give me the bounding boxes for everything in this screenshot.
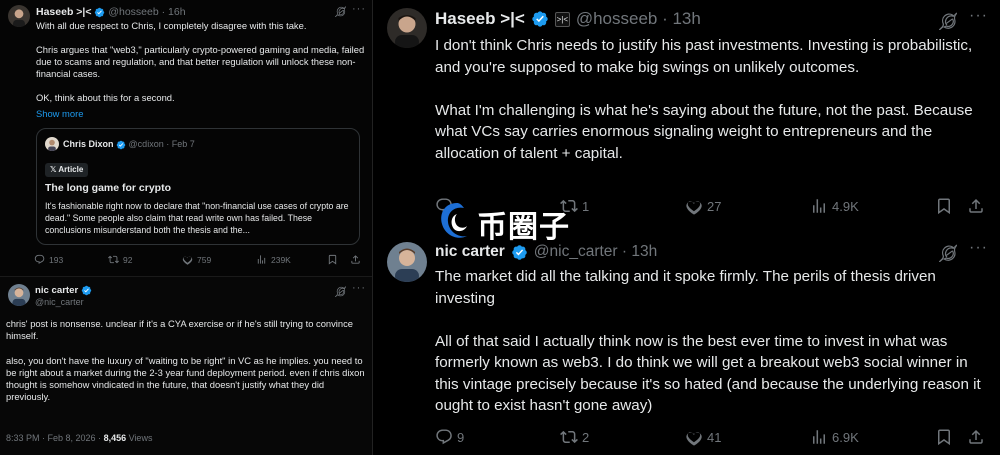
bookmark-button[interactable] (935, 428, 953, 446)
watermark: 币圈子 (437, 198, 577, 250)
author-name[interactable]: Haseeb >|< (36, 6, 91, 18)
tweet-timestamp[interactable]: 8:33 PM · Feb 8, 2026 · (6, 433, 104, 443)
views-count: 4.9K (832, 198, 859, 214)
tweet-text: chris' post is nonsense. unclear if it's… (6, 318, 365, 403)
more-options-icon[interactable]: ··· (969, 7, 988, 25)
tweet-header: Haseeb >|< >|< @hosseeb · 13h (435, 9, 701, 29)
bookmark-icon (327, 254, 338, 265)
views-label: Views (126, 433, 153, 443)
reply-count: 9 (457, 429, 465, 445)
affiliate-badge-icon[interactable]: >|< (554, 11, 570, 27)
reply-count: 193 (49, 254, 64, 265)
like-count: 41 (707, 429, 722, 445)
author-name[interactable]: nic carter (35, 285, 78, 296)
left-tweet-haseeb: Haseeb >|< @hosseeb · 16h ··· With all d… (0, 0, 372, 276)
avatar-haseeb[interactable] (387, 8, 427, 48)
share-button[interactable] (350, 254, 361, 265)
watermark-text: 币圈子 (477, 211, 570, 244)
share-icon (967, 428, 985, 446)
reply-icon (34, 254, 45, 265)
repost-count: 1 (582, 198, 590, 214)
quoted-article-card[interactable]: Chris Dixon @cdixon · Feb 7 𝕏 Article Th… (36, 128, 360, 245)
like-icon (685, 197, 703, 215)
quote-header: Chris Dixon @cdixon · Feb 7 (63, 139, 195, 150)
author-handle[interactable]: @nic_carter (35, 297, 84, 307)
grok-icon[interactable] (335, 6, 346, 17)
avatar-nic-carter[interactable] (387, 242, 427, 282)
verified-badge-icon (94, 7, 105, 18)
repost-count: 2 (582, 429, 590, 445)
like-icon (182, 254, 193, 265)
verified-badge-icon (81, 285, 92, 296)
tweet-text: I don't think Chris needs to justify his… (435, 37, 973, 162)
like-icon (685, 428, 703, 446)
views-count: 6.9K (832, 429, 859, 445)
views-icon (256, 254, 267, 265)
bookmark-icon (935, 428, 953, 446)
author-name[interactable]: Haseeb >|< (435, 9, 525, 29)
like-count: 759 (197, 254, 212, 265)
article-excerpt: It's fashionable right now to declare th… (45, 201, 349, 235)
views-button[interactable]: 4.9K (810, 197, 859, 215)
grok-icon[interactable] (939, 12, 957, 30)
reply-icon (435, 428, 453, 446)
repost-icon (560, 428, 578, 446)
repost-count: 92 (123, 254, 133, 265)
reply-button[interactable]: 193 (34, 254, 63, 265)
quote-handle-date: @cdixon · Feb 7 (128, 139, 195, 149)
watermark-logo-icon (441, 203, 467, 238)
reply-button[interactable]: 9 (435, 428, 464, 446)
article-title: The long game for crypto (45, 182, 172, 194)
views-button[interactable]: 6.9K (810, 428, 859, 446)
bookmark-button[interactable] (327, 254, 338, 265)
repost-button[interactable]: 92 (108, 254, 132, 265)
quote-author-name: Chris Dixon (63, 139, 114, 149)
tweet-meta: 8:33 PM · Feb 8, 2026 · 8,456 Views (6, 433, 152, 443)
avatar-haseeb[interactable] (8, 5, 30, 27)
views-count: 239K (271, 254, 291, 265)
share-icon (967, 197, 985, 215)
like-button[interactable]: 27 (685, 197, 721, 215)
bookmark-icon (935, 197, 953, 215)
views-count: 8,456 (103, 433, 127, 443)
views-button[interactable]: 239K (256, 254, 291, 265)
verified-badge-icon (531, 10, 549, 28)
more-options-icon[interactable]: ··· (352, 3, 366, 15)
grok-icon[interactable] (335, 286, 346, 297)
like-button[interactable]: 41 (685, 428, 721, 446)
like-count: 27 (707, 198, 722, 214)
left-tweet-nic-carter: nic carter @nic_carter ··· chris' post i… (0, 276, 372, 455)
repost-button[interactable]: 2 (560, 428, 589, 446)
grok-icon[interactable] (939, 244, 957, 262)
avatar-nic-carter[interactable] (8, 284, 30, 306)
views-icon (810, 428, 828, 446)
article-badge-label: Article (58, 165, 84, 174)
more-options-icon[interactable]: ··· (969, 239, 988, 257)
repost-icon (108, 254, 119, 265)
author-handle-time[interactable]: @hosseeb · 13h (576, 9, 701, 29)
show-more-link[interactable]: Show more (36, 108, 83, 119)
tweet-text: The market did all the talking and it sp… (435, 268, 981, 414)
bookmark-button[interactable] (935, 197, 953, 215)
tweet-actions: 193 92 759 239K (34, 254, 364, 268)
share-button[interactable] (967, 428, 985, 446)
tweet-header: Haseeb >|< @hosseeb · 16h (36, 6, 186, 18)
avatar-chris-dixon (45, 137, 59, 151)
share-icon (350, 254, 361, 265)
share-button[interactable] (967, 197, 985, 215)
x-logo-icon: 𝕏 (50, 165, 57, 174)
tweet-text: With all due respect to Chris, I complet… (36, 20, 365, 103)
more-options-icon[interactable]: ··· (352, 282, 366, 294)
article-badge: 𝕏 Article (45, 163, 89, 177)
verified-badge-icon (116, 140, 126, 150)
like-button[interactable]: 759 (182, 254, 211, 265)
author-handle-time[interactable]: @hosseeb · 16h (108, 6, 185, 18)
views-icon (810, 197, 828, 215)
tweet-actions: 9 2 41 6.9K (435, 428, 991, 448)
